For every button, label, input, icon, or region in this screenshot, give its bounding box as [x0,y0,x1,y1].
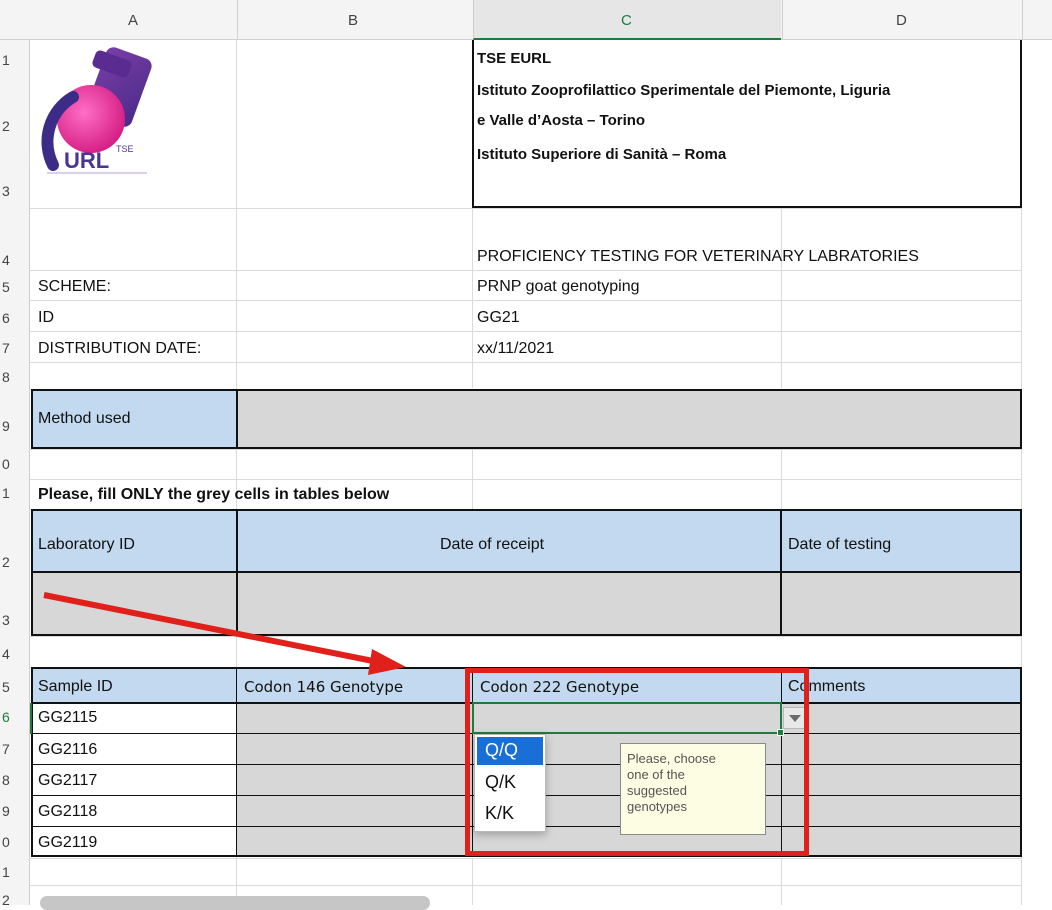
method-divider [236,389,238,449]
scheme-value[interactable]: PRNP goat genotyping [477,278,639,296]
row-number[interactable]: 6 [0,310,30,326]
gridline [30,636,1022,637]
row-number[interactable]: 6 [0,709,30,725]
row-number[interactable]: 5 [0,679,30,695]
column-header-c[interactable]: C [473,0,781,40]
gridline [30,331,1022,332]
row-number[interactable]: 9 [0,803,30,819]
instruction-text[interactable]: Please, fill ONLY the grey cells in tabl… [38,486,389,504]
gridline [472,449,473,509]
gridline [30,362,1022,363]
id-label[interactable]: ID [38,309,54,327]
column-label: A [128,12,139,29]
gridline [30,858,1022,859]
row-number[interactable]: 8 [0,772,30,788]
sample-header-codon-146[interactable]: Codon 146 Genotype [244,678,403,696]
gridline [30,300,1022,301]
method-label: Method used [38,410,131,427]
horizontal-scrollbar[interactable] [40,896,430,910]
active-row-marker [30,703,32,734]
sample-id-cell[interactable]: GG2117 [38,772,97,790]
column-header-d[interactable]: D [782,0,1022,40]
row-number[interactable]: 1 [0,52,30,68]
lab-header-laboratory-id[interactable]: Laboratory ID [38,536,135,554]
gridline [30,270,1022,271]
row-number[interactable]: 1 [0,864,30,880]
row-number[interactable]: 2 [0,554,30,570]
row-number[interactable]: 3 [0,612,30,628]
row-number[interactable]: 7 [0,741,30,757]
row-number[interactable]: 8 [0,369,30,385]
row-number[interactable]: 1 [0,485,30,501]
row-number[interactable]: 4 [0,252,30,268]
gridline [30,479,1022,480]
sample-id-cell[interactable]: GG2119 [38,834,97,852]
date-label[interactable]: DISTRIBUTION DATE: [38,340,201,358]
gridline [30,885,1022,886]
column-header-a[interactable]: A [30,0,236,40]
column-label: C [621,12,632,29]
gridline [781,449,782,509]
row-number[interactable]: 2 [0,892,30,908]
scheme-label[interactable]: SCHEME: [38,278,111,296]
logo-text: URL [64,148,110,173]
lab-header-date-of-receipt[interactable]: Date of receipt [440,536,544,554]
annotation-highlight-box [465,668,809,856]
gridline [781,208,782,388]
row-number[interactable]: 0 [0,456,30,472]
date-value[interactable]: xx/11/2021 [477,340,554,358]
row-number[interactable]: 9 [0,418,30,434]
logo-superscript: TSE [116,144,134,154]
gridline [30,449,1022,450]
row-number[interactable]: 3 [0,183,30,199]
row-number[interactable]: 5 [0,279,30,295]
sample-id-cell[interactable]: GG2116 [38,741,97,759]
row-number[interactable]: 2 [0,118,30,134]
lab-header-date-of-testing[interactable]: Date of testing [788,536,891,554]
column-header-e[interactable] [1022,0,1052,40]
method-box-border [31,389,1022,449]
row-number[interactable]: 4 [0,646,30,662]
gridline [472,858,473,905]
header-line-3[interactable]: e Valle d’Aosta – Torino [477,112,645,129]
sample-id-cell[interactable]: GG2118 [38,803,97,821]
gridline [30,208,1022,209]
header-line-1[interactable]: TSE EURL [477,50,551,67]
sample-id-cell[interactable]: GG2115 [38,709,97,727]
id-value[interactable]: GG21 [477,309,520,327]
column-label: B [348,12,359,29]
row-number[interactable]: 7 [0,340,30,356]
sample-header-sample-id[interactable]: Sample ID [38,678,113,696]
column-label: D [896,12,907,29]
sample-divider [236,667,237,857]
row-number[interactable]: 0 [0,834,30,850]
gridline [472,208,473,388]
column-header-b[interactable]: B [237,0,472,40]
header-line-4[interactable]: Istituto Superiore di Sanità – Roma [477,146,726,163]
lab-divider [31,571,1022,573]
gridline [781,858,782,905]
header-line-2[interactable]: Istituto Zooprofilattico Sperimentale de… [477,82,890,99]
title-cell[interactable]: PROFICIENCY TESTING FOR VETERINARY LABRA… [477,248,919,266]
